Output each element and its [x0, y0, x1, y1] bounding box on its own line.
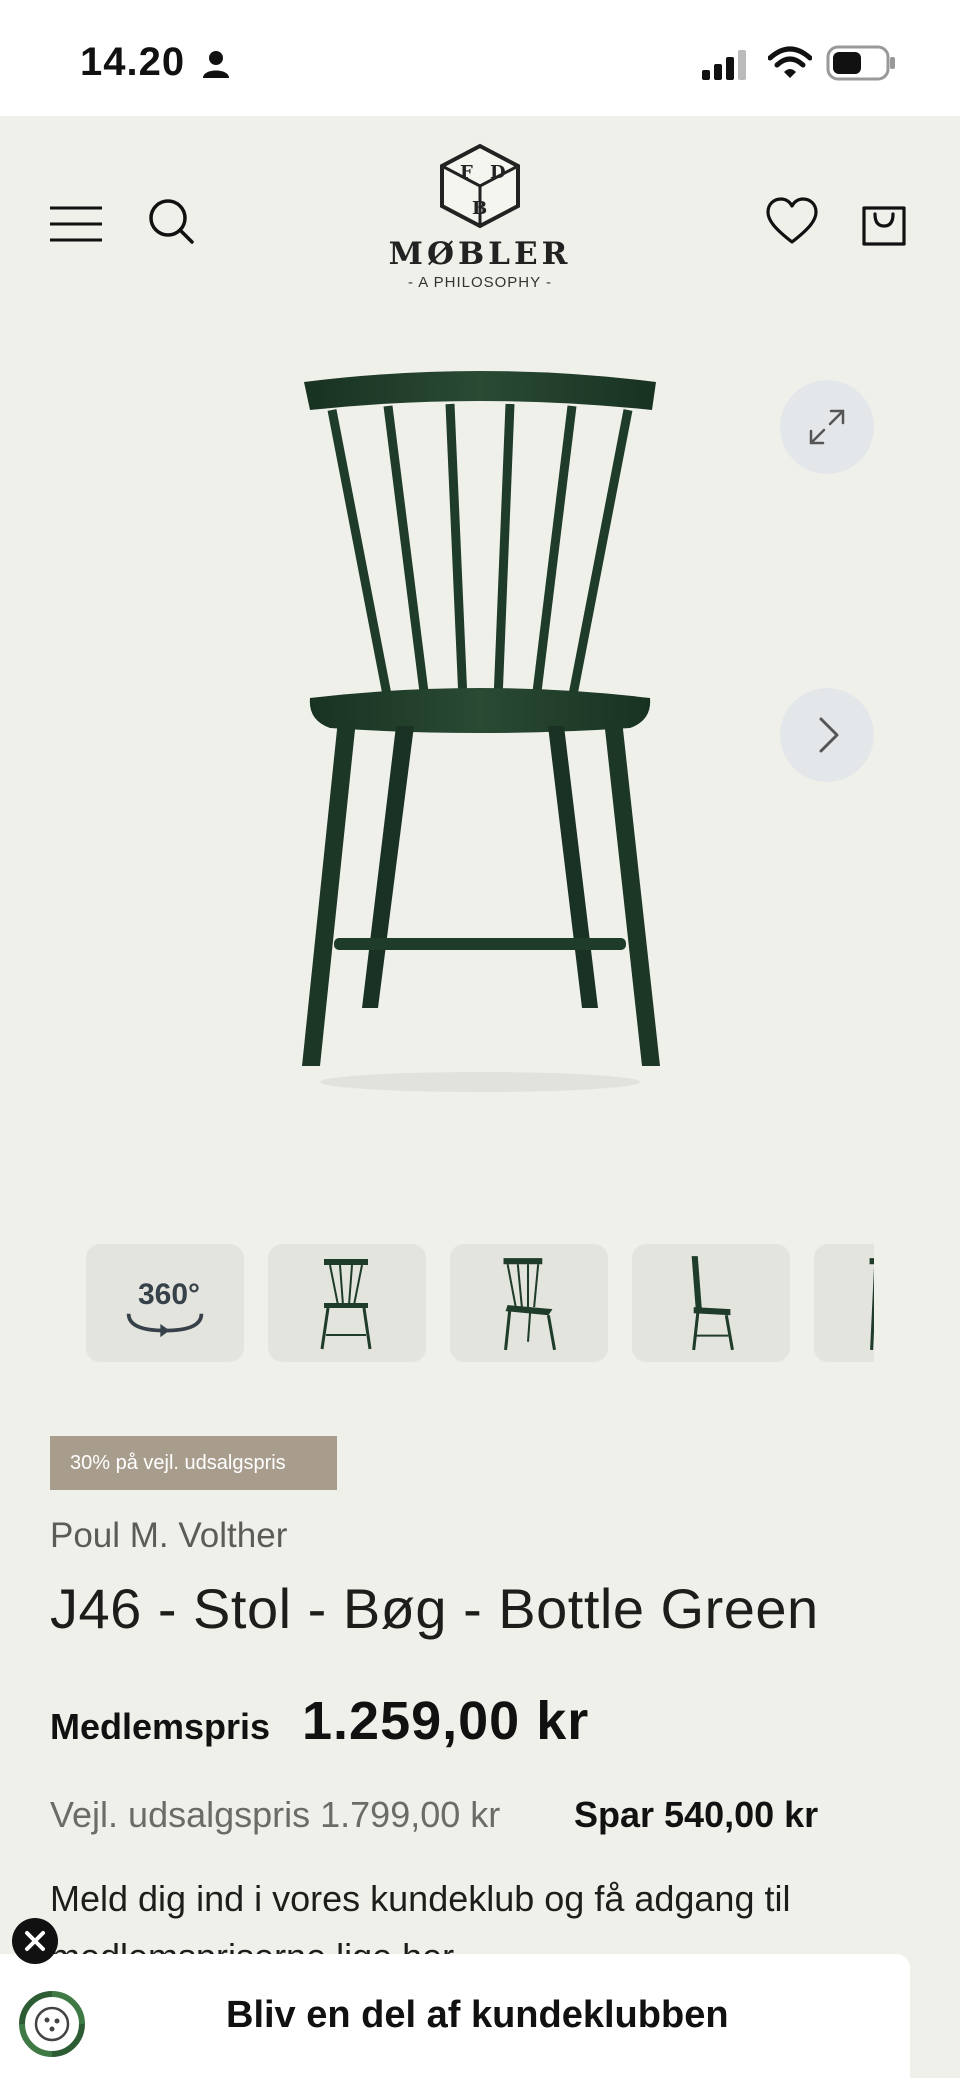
- svg-text:F: F: [460, 162, 473, 183]
- club-join-label: Bliv en del af kundeklubben: [226, 1994, 729, 2036]
- thumbnail-360-label: 360°: [138, 1278, 201, 1311]
- logo-mark-icon: F D B: [440, 143, 520, 229]
- thumbnail-front[interactable]: [268, 1244, 426, 1362]
- menu-icon[interactable]: [48, 202, 104, 246]
- next-image-button[interactable]: [780, 688, 874, 782]
- thumbnail-360[interactable]: 360°: [86, 1244, 244, 1362]
- close-button[interactable]: [12, 1918, 58, 1964]
- brand-logo[interactable]: F D B MØBLER - A PHILOSOPHY -: [380, 142, 580, 302]
- thumbnail-strip[interactable]: 360°: [86, 1244, 874, 1362]
- logo-name: MØBLER: [388, 236, 572, 272]
- site-header: F D B MØBLER - A PHILOSOPHY -: [0, 116, 960, 306]
- club-join-bar[interactable]: Bliv en del af kundeklubben: [0, 1954, 910, 2078]
- club-logo-icon: [19, 1991, 85, 2057]
- close-icon: [25, 1931, 45, 1951]
- status-time: 14.20: [80, 40, 186, 84]
- savings-amount: Spar 540,00 kr: [574, 1794, 819, 1835]
- product-title: J46 - Stol - Bøg - Bottle Green: [50, 1577, 819, 1640]
- product-image[interactable]: [280, 360, 680, 1100]
- person-icon: [203, 51, 229, 78]
- svg-text:B: B: [472, 198, 487, 219]
- svg-text:D: D: [490, 162, 506, 183]
- thumbnail-side[interactable]: [632, 1244, 790, 1362]
- discount-badge: 30% på vejl. udsalgspris: [50, 1436, 337, 1490]
- logo-tagline: - A PHILOSOPHY -: [407, 274, 553, 291]
- search-icon[interactable]: [146, 196, 198, 248]
- rotate-icon: [126, 1313, 204, 1338]
- wifi-icon: [768, 46, 812, 78]
- bag-icon[interactable]: [856, 194, 912, 250]
- thumbnail-back[interactable]: [814, 1244, 874, 1362]
- thumbnail-chair-back: [869, 1258, 874, 1350]
- member-price: 1.259,00 kr: [302, 1691, 590, 1751]
- thumbnail-angle[interactable]: [450, 1244, 608, 1362]
- expand-button[interactable]: [780, 380, 874, 474]
- heart-icon[interactable]: [764, 194, 820, 250]
- status-bar: 14.20: [0, 0, 960, 116]
- product-gallery[interactable]: [0, 340, 960, 1170]
- battery-icon: [826, 45, 895, 81]
- member-price-label: Medlemspris: [50, 1706, 271, 1747]
- product-designer[interactable]: Poul M. Volther: [50, 1516, 287, 1556]
- signal-icon: [702, 50, 746, 80]
- thumbnail-chair-angle: [503, 1258, 557, 1351]
- expand-icon: [809, 409, 845, 445]
- chevron-right-icon: [819, 717, 839, 753]
- thumbnail-chair-side: [691, 1256, 734, 1351]
- thumbnail-chair-front: [320, 1259, 372, 1350]
- recommended-price: Vejl. udsalgspris 1.799,00 kr: [50, 1794, 501, 1835]
